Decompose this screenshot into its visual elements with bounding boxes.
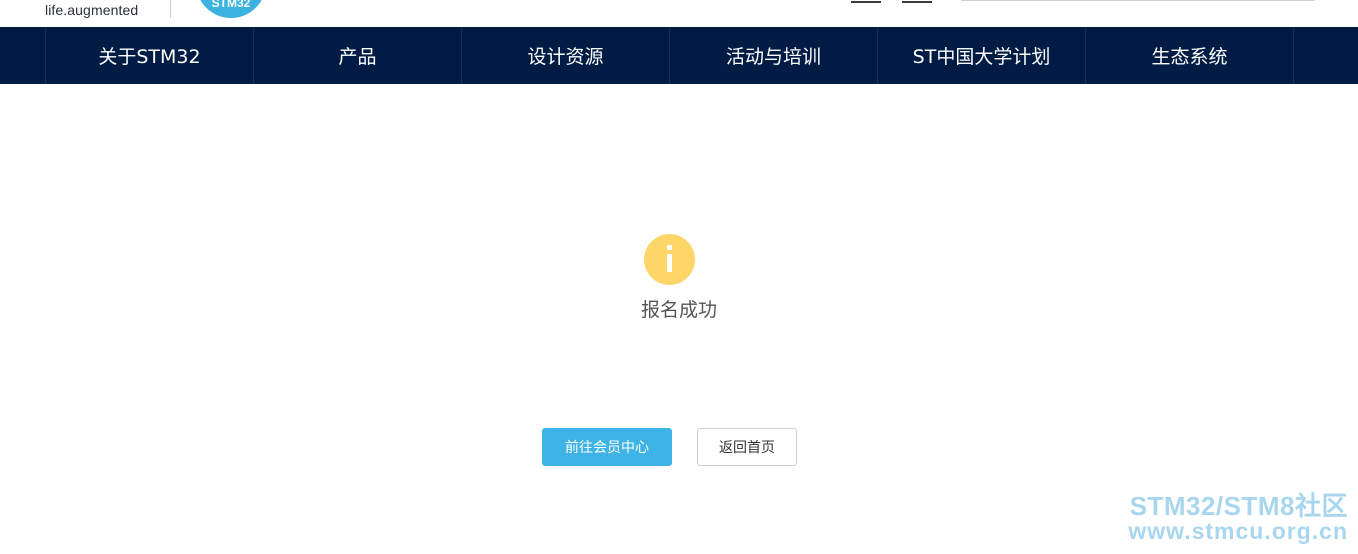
result-title: 报名成功 xyxy=(640,299,717,321)
nav-items: 关于STM32 产品 设计资源 活动与培训 ST中国大学计划 生态系统 xyxy=(45,27,1294,84)
watermark-url: www.stmcu.org.cn xyxy=(1128,518,1348,544)
watermark-community: STM32/STM8社区 xyxy=(1129,491,1348,521)
nav-item-university-program[interactable]: ST中国大学计划 xyxy=(877,27,1085,84)
back-home-button[interactable]: 返回首页 xyxy=(697,428,797,466)
header-register-button[interactable] xyxy=(902,0,932,3)
info-icon-dot xyxy=(667,245,672,250)
info-icon-bar xyxy=(667,254,672,272)
stm32-logo-badge[interactable]: STM32 xyxy=(196,0,266,18)
nav-item-design-resources[interactable]: 设计资源 xyxy=(461,27,669,84)
brand-tagline: life.augmented xyxy=(45,2,139,18)
stm32-badge-text: STM32 xyxy=(211,0,251,10)
top-header: life.augmented STM32 xyxy=(0,0,1358,27)
search-input[interactable] xyxy=(961,0,1315,1)
nav-item-about-stm32[interactable]: 关于STM32 xyxy=(45,27,253,84)
brand-divider xyxy=(170,0,171,18)
header-login-button[interactable] xyxy=(851,0,881,3)
nav-item-ecosystem[interactable]: 生态系统 xyxy=(1085,27,1294,84)
site-watermark: STM32/STM8社区 www.stmcu.org.cn xyxy=(1128,491,1348,544)
page: life.augmented STM32 关于STM32 产品 设计资源 活动与… xyxy=(0,0,1358,554)
nav-item-products[interactable]: 产品 xyxy=(253,27,461,84)
go-member-center-button[interactable]: 前往会员中心 xyxy=(542,428,672,466)
info-icon xyxy=(644,234,695,285)
main-navigation: 关于STM32 产品 设计资源 活动与培训 ST中国大学计划 生态系统 xyxy=(0,27,1358,84)
nav-item-events-training[interactable]: 活动与培训 xyxy=(669,27,877,84)
